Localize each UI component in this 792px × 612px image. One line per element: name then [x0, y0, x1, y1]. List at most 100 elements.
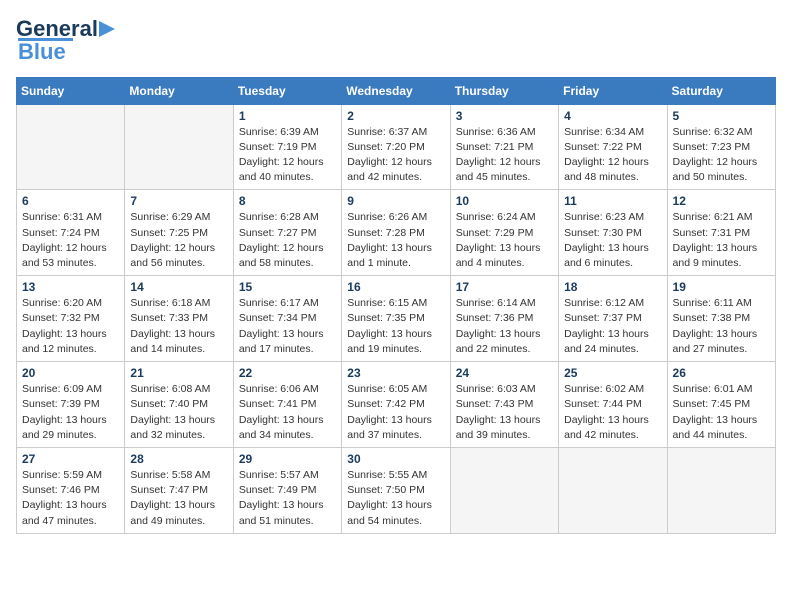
- calendar-cell: 25 Sunrise: 6:02 AM Sunset: 7:44 PM Dayli…: [559, 362, 667, 448]
- calendar-cell: 14 Sunrise: 6:18 AM Sunset: 7:33 PM Dayli…: [125, 276, 233, 362]
- day-info: Sunrise: 6:18 AM Sunset: 7:33 PM Dayligh…: [130, 296, 227, 357]
- calendar-cell: 15 Sunrise: 6:17 AM Sunset: 7:34 PM Dayli…: [233, 276, 341, 362]
- calendar-cell: 27Sunrise: 5:59 AM Sunset: 7:46 PM Dayli…: [17, 448, 125, 534]
- week-row-5: 27Sunrise: 5:59 AM Sunset: 7:46 PM Dayli…: [17, 448, 776, 534]
- day-info: Sunrise: 6:09 AM Sunset: 7:39 PM Dayligh…: [22, 382, 119, 443]
- day-info: Sunrise: 6:29 AM Sunset: 7:25 PM Dayligh…: [130, 210, 227, 271]
- calendar-cell: 3 Sunrise: 6:36 AM Sunset: 7:21 PM Daylig…: [450, 104, 558, 190]
- calendar-cell: [450, 448, 558, 534]
- day-info: Sunrise: 6:28 AM Sunset: 7:27 PM Dayligh…: [239, 210, 336, 271]
- logo: General Blue: [16, 16, 119, 65]
- calendar-cell: 29 Sunrise: 5:57 AM Sunset: 7:49 PM Dayli…: [233, 448, 341, 534]
- day-number: 11: [564, 194, 661, 208]
- calendar-cell: 1 Sunrise: 6:39 AM Sunset: 7:19 PM Daylig…: [233, 104, 341, 190]
- day-number: 22: [239, 366, 336, 380]
- day-number: 13: [22, 280, 119, 294]
- day-info: Sunrise: 6:24 AM Sunset: 7:29 PM Dayligh…: [456, 210, 553, 271]
- calendar-cell: 12 Sunrise: 6:21 AM Sunset: 7:31 PM Dayli…: [667, 190, 775, 276]
- day-info: Sunrise: 5:57 AM Sunset: 7:49 PM Dayligh…: [239, 468, 336, 529]
- day-number: 30: [347, 452, 444, 466]
- day-info: Sunrise: 6:05 AM Sunset: 7:42 PM Dayligh…: [347, 382, 444, 443]
- day-number: 1: [239, 109, 336, 123]
- calendar-cell: 5Sunrise: 6:32 AM Sunset: 7:23 PM Daylig…: [667, 104, 775, 190]
- page-header: General Blue: [16, 16, 776, 65]
- day-info: Sunrise: 6:32 AM Sunset: 7:23 PM Dayligh…: [673, 125, 770, 186]
- week-row-2: 6 Sunrise: 6:31 AM Sunset: 7:24 PM Daylig…: [17, 190, 776, 276]
- day-info: Sunrise: 5:55 AM Sunset: 7:50 PM Dayligh…: [347, 468, 444, 529]
- day-info: Sunrise: 6:34 AM Sunset: 7:22 PM Dayligh…: [564, 125, 661, 186]
- col-header-thursday: Thursday: [450, 77, 558, 104]
- day-info: Sunrise: 6:39 AM Sunset: 7:19 PM Dayligh…: [239, 125, 336, 186]
- calendar-cell: 10 Sunrise: 6:24 AM Sunset: 7:29 PM Dayli…: [450, 190, 558, 276]
- day-number: 3: [456, 109, 553, 123]
- calendar-cell: 13 Sunrise: 6:20 AM Sunset: 7:32 PM Dayli…: [17, 276, 125, 362]
- day-number: 6: [22, 194, 119, 208]
- day-info: Sunrise: 6:20 AM Sunset: 7:32 PM Dayligh…: [22, 296, 119, 357]
- day-number: 10: [456, 194, 553, 208]
- day-info: Sunrise: 6:03 AM Sunset: 7:43 PM Dayligh…: [456, 382, 553, 443]
- day-number: 20: [22, 366, 119, 380]
- calendar-cell: [667, 448, 775, 534]
- calendar-cell: 9 Sunrise: 6:26 AM Sunset: 7:28 PM Daylig…: [342, 190, 450, 276]
- calendar-cell: 21Sunrise: 6:08 AM Sunset: 7:40 PM Dayli…: [125, 362, 233, 448]
- calendar-cell: 4 Sunrise: 6:34 AM Sunset: 7:22 PM Daylig…: [559, 104, 667, 190]
- day-number: 23: [347, 366, 444, 380]
- day-info: Sunrise: 6:01 AM Sunset: 7:45 PM Dayligh…: [673, 382, 770, 443]
- day-number: 4: [564, 109, 661, 123]
- day-info: Sunrise: 6:06 AM Sunset: 7:41 PM Dayligh…: [239, 382, 336, 443]
- calendar-cell: 7 Sunrise: 6:29 AM Sunset: 7:25 PM Daylig…: [125, 190, 233, 276]
- col-header-wednesday: Wednesday: [342, 77, 450, 104]
- day-number: 25: [564, 366, 661, 380]
- calendar-cell: 6 Sunrise: 6:31 AM Sunset: 7:24 PM Daylig…: [17, 190, 125, 276]
- day-number: 17: [456, 280, 553, 294]
- day-info: Sunrise: 6:26 AM Sunset: 7:28 PM Dayligh…: [347, 210, 444, 271]
- day-number: 28: [130, 452, 227, 466]
- day-number: 12: [673, 194, 770, 208]
- header-row: SundayMondayTuesdayWednesdayThursdayFrid…: [17, 77, 776, 104]
- col-header-friday: Friday: [559, 77, 667, 104]
- calendar-cell: 22 Sunrise: 6:06 AM Sunset: 7:41 PM Dayli…: [233, 362, 341, 448]
- day-number: 9: [347, 194, 444, 208]
- day-number: 24: [456, 366, 553, 380]
- calendar-cell: 11 Sunrise: 6:23 AM Sunset: 7:30 PM Dayli…: [559, 190, 667, 276]
- day-number: 29: [239, 452, 336, 466]
- col-header-monday: Monday: [125, 77, 233, 104]
- calendar-cell: 19Sunrise: 6:11 AM Sunset: 7:38 PM Dayli…: [667, 276, 775, 362]
- day-info: Sunrise: 6:31 AM Sunset: 7:24 PM Dayligh…: [22, 210, 119, 271]
- day-number: 8: [239, 194, 336, 208]
- day-number: 19: [673, 280, 770, 294]
- day-info: Sunrise: 6:12 AM Sunset: 7:37 PM Dayligh…: [564, 296, 661, 357]
- day-number: 27: [22, 452, 119, 466]
- calendar-cell: 8 Sunrise: 6:28 AM Sunset: 7:27 PM Daylig…: [233, 190, 341, 276]
- calendar-cell: 17 Sunrise: 6:14 AM Sunset: 7:36 PM Dayli…: [450, 276, 558, 362]
- calendar-cell: [125, 104, 233, 190]
- day-number: 26: [673, 366, 770, 380]
- day-number: 15: [239, 280, 336, 294]
- day-number: 18: [564, 280, 661, 294]
- calendar-cell: 30 Sunrise: 5:55 AM Sunset: 7:50 PM Dayli…: [342, 448, 450, 534]
- col-header-sunday: Sunday: [17, 77, 125, 104]
- day-info: Sunrise: 6:17 AM Sunset: 7:34 PM Dayligh…: [239, 296, 336, 357]
- calendar-cell: 16Sunrise: 6:15 AM Sunset: 7:35 PM Dayli…: [342, 276, 450, 362]
- week-row-4: 20 Sunrise: 6:09 AM Sunset: 7:39 PM Dayli…: [17, 362, 776, 448]
- day-info: Sunrise: 6:23 AM Sunset: 7:30 PM Dayligh…: [564, 210, 661, 271]
- day-info: Sunrise: 6:14 AM Sunset: 7:36 PM Dayligh…: [456, 296, 553, 357]
- day-number: 14: [130, 280, 227, 294]
- day-info: Sunrise: 5:58 AM Sunset: 7:47 PM Dayligh…: [130, 468, 227, 529]
- calendar-cell: 24 Sunrise: 6:03 AM Sunset: 7:43 PM Dayli…: [450, 362, 558, 448]
- day-info: Sunrise: 6:36 AM Sunset: 7:21 PM Dayligh…: [456, 125, 553, 186]
- col-header-saturday: Saturday: [667, 77, 775, 104]
- calendar-cell: 28 Sunrise: 5:58 AM Sunset: 7:47 PM Dayli…: [125, 448, 233, 534]
- logo-blue: Blue: [18, 39, 66, 65]
- calendar: SundayMondayTuesdayWednesdayThursdayFrid…: [16, 77, 776, 534]
- week-row-3: 13 Sunrise: 6:20 AM Sunset: 7:32 PM Dayli…: [17, 276, 776, 362]
- calendar-cell: 26 Sunrise: 6:01 AM Sunset: 7:45 PM Dayli…: [667, 362, 775, 448]
- day-number: 7: [130, 194, 227, 208]
- calendar-cell: [17, 104, 125, 190]
- day-info: Sunrise: 6:02 AM Sunset: 7:44 PM Dayligh…: [564, 382, 661, 443]
- day-info: Sunrise: 6:15 AM Sunset: 7:35 PM Dayligh…: [347, 296, 444, 357]
- day-number: 21: [130, 366, 227, 380]
- day-info: Sunrise: 6:21 AM Sunset: 7:31 PM Dayligh…: [673, 210, 770, 271]
- calendar-cell: 18 Sunrise: 6:12 AM Sunset: 7:37 PM Dayli…: [559, 276, 667, 362]
- calendar-cell: 23 Sunrise: 6:05 AM Sunset: 7:42 PM Dayli…: [342, 362, 450, 448]
